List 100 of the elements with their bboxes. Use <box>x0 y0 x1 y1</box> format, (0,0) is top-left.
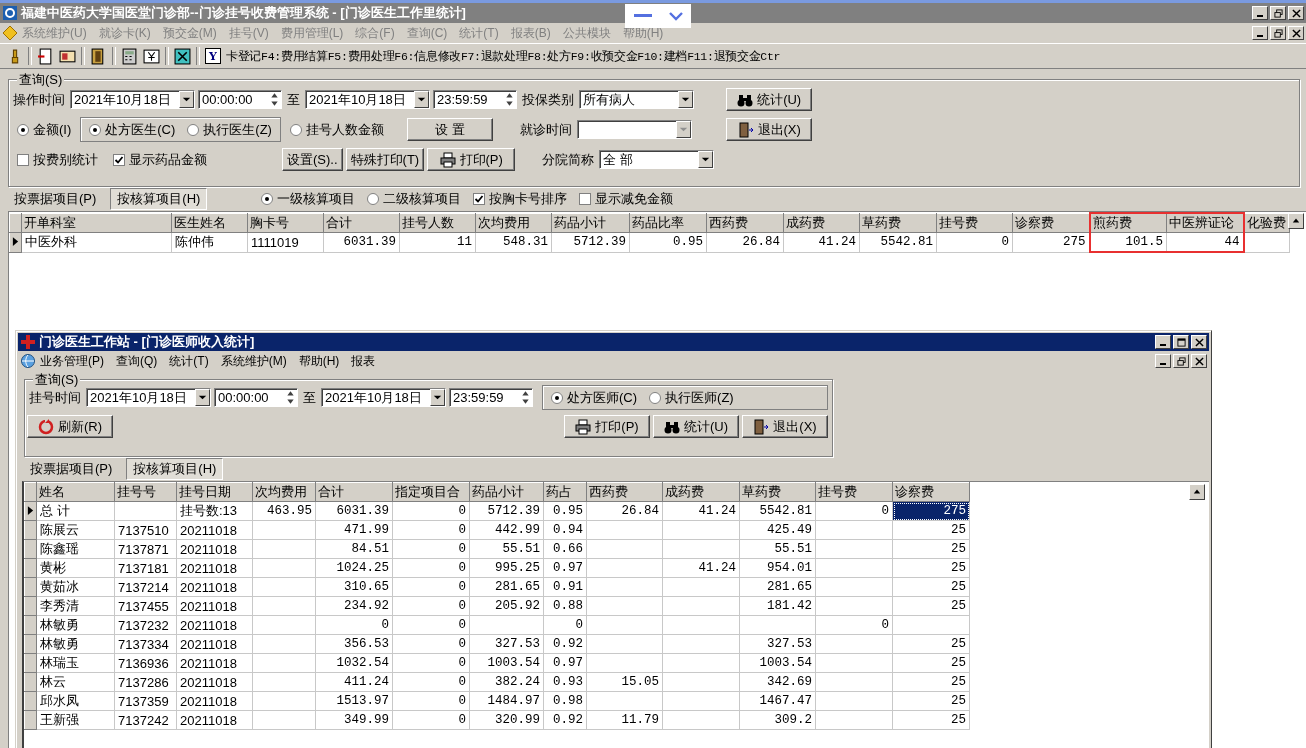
radio-option[interactable]: 处方医生(C) <box>89 120 176 139</box>
table-cell: 25 <box>892 558 970 578</box>
date-dropdown[interactable]: 2021年10月18日 <box>86 388 211 407</box>
menu-item[interactable]: 系统维护(M) <box>220 352 287 370</box>
visit-time-dropdown[interactable] <box>576 120 692 139</box>
date-dropdown[interactable]: 2021年10月18日 <box>70 90 195 109</box>
column-header[interactable]: 胸卡号 <box>247 213 324 233</box>
money-icon[interactable] <box>143 47 160 65</box>
table-cell: 林敏勇 <box>36 634 115 654</box>
table-cell: 20211018 <box>176 710 253 730</box>
radio-option[interactable]: 处方医师(C) <box>551 388 638 407</box>
tab[interactable]: 按核算项目(H) <box>110 188 208 210</box>
settings-button[interactable]: 设置(S).. <box>282 148 343 171</box>
column-header[interactable]: 化验费 <box>1243 213 1290 233</box>
exit-button[interactable]: 退出(X) <box>726 118 813 141</box>
column-header[interactable]: 次均费用 <box>252 482 316 502</box>
table-cell: 0.98 <box>543 691 587 711</box>
column-header[interactable]: 西药费 <box>586 482 663 502</box>
refresh-button[interactable]: 刷新(R) <box>27 415 113 438</box>
minimize-button[interactable] <box>1252 26 1268 40</box>
column-header[interactable]: 挂号日期 <box>176 482 253 502</box>
table-cell: 0.97 <box>543 653 587 673</box>
column-header[interactable]: 指定项目合 <box>392 482 470 502</box>
restore-button[interactable] <box>1270 26 1286 40</box>
column-header[interactable]: 草药费 <box>739 482 816 502</box>
radio-option[interactable]: 金额(I) <box>17 120 72 139</box>
scroll-up-button[interactable] <box>1288 213 1304 229</box>
checkbox-option[interactable]: 按胸卡号排序 <box>473 190 568 208</box>
column-header[interactable]: 煎药费 <box>1089 213 1167 233</box>
column-header[interactable]: 草药费 <box>859 213 937 233</box>
radio-option[interactable]: 一级核算项目 <box>261 190 356 208</box>
column-header[interactable]: 中医辨证论 <box>1166 213 1244 233</box>
menu-item[interactable]: 业务管理(P) <box>40 352 104 370</box>
column-header[interactable]: 挂号人数 <box>399 213 476 233</box>
close-button[interactable] <box>1288 26 1304 40</box>
column-header[interactable]: 药品小计 <box>469 482 544 502</box>
date-dropdown[interactable]: 2021年10月18日 <box>305 90 430 109</box>
minimize-button[interactable] <box>1155 335 1171 349</box>
time-field[interactable]: 00:00:00 <box>198 90 282 109</box>
checkbox-option[interactable]: 按费别统计 <box>17 150 98 169</box>
maximize-button[interactable] <box>1173 335 1189 349</box>
column-header[interactable]: 合计 <box>323 213 400 233</box>
close-box-icon[interactable] <box>174 47 191 65</box>
exit-button[interactable]: 退出(X) <box>742 415 828 438</box>
column-header[interactable]: 挂号费 <box>815 482 893 502</box>
column-header[interactable]: 挂号费 <box>936 213 1013 233</box>
radio-option[interactable]: 挂号人数金额 <box>289 120 384 139</box>
statistics-button[interactable]: 统计(U) <box>653 415 739 438</box>
print-button[interactable]: 打印(P) <box>564 415 650 438</box>
insurance-dropdown[interactable]: 所有病人 <box>579 90 694 109</box>
checkbox-option[interactable]: 显示药品金额 <box>113 150 207 169</box>
time-field[interactable]: 23:59:59 <box>433 90 517 109</box>
setup-button[interactable]: 设 置 <box>406 118 493 141</box>
restore-button[interactable] <box>1173 354 1189 368</box>
time-field[interactable]: 00:00:00 <box>214 388 298 407</box>
menu-item[interactable]: 统计(T) <box>169 352 209 370</box>
column-header[interactable]: 成药费 <box>783 213 860 233</box>
special-print-button[interactable]: 特殊打印(T) <box>345 148 425 171</box>
restore-button[interactable] <box>1270 6 1286 20</box>
minimize-button[interactable] <box>1252 6 1268 20</box>
column-header[interactable]: 药占 <box>543 482 587 502</box>
close-button[interactable] <box>1288 6 1304 20</box>
column-header[interactable]: 合计 <box>315 482 393 502</box>
column-header[interactable]: 药品比率 <box>629 213 707 233</box>
column-header[interactable]: 姓名 <box>36 482 115 502</box>
column-header[interactable]: 西药费 <box>706 213 784 233</box>
minimize-button[interactable] <box>1155 354 1171 368</box>
chevron-down-icon[interactable] <box>668 11 683 21</box>
statistics-button[interactable]: 统计(U) <box>726 88 813 111</box>
up-arrow-icon <box>1193 488 1201 496</box>
tab[interactable]: 按核算项目(H) <box>126 458 224 480</box>
radio-option[interactable]: 二级核算项目 <box>367 190 462 208</box>
column-header[interactable]: 次均费用 <box>475 213 552 233</box>
date-dropdown[interactable]: 2021年10月18日 <box>321 388 446 407</box>
menu-item[interactable]: 帮助(H) <box>298 352 340 370</box>
column-header[interactable]: 药品小计 <box>551 213 630 233</box>
document-icon[interactable] <box>37 47 54 65</box>
close-button[interactable] <box>1191 335 1207 349</box>
close-button[interactable] <box>1191 354 1207 368</box>
radio-option[interactable]: 执行医师(Z) <box>649 388 734 407</box>
table-cell: 320.99 <box>469 710 544 730</box>
radio-option[interactable]: 执行医生(Z) <box>187 120 272 139</box>
column-header[interactable]: 开单科室 <box>21 213 172 233</box>
column-header[interactable]: 挂号号 <box>114 482 177 502</box>
table-cell: 20211018 <box>176 577 253 597</box>
menu-item[interactable]: 查询(Q) <box>116 352 158 370</box>
column-header[interactable]: 诊察费 <box>892 482 970 502</box>
minimize-icon[interactable] <box>633 14 652 18</box>
scroll-up-button[interactable] <box>1189 484 1205 500</box>
column-header[interactable]: 诊察费 <box>1012 213 1090 233</box>
branch-dropdown[interactable]: 全 部 <box>599 150 715 169</box>
menu-item[interactable]: 报表 <box>351 352 376 370</box>
column-header[interactable]: 医生姓名 <box>171 213 248 233</box>
column-header[interactable]: 成药费 <box>662 482 740 502</box>
row-indicator[interactable] <box>9 232 22 252</box>
y-key-button[interactable]: Y <box>205 48 221 64</box>
checkbox-option[interactable]: 显示减免金额 <box>579 190 674 208</box>
print-button[interactable]: 打印(P) <box>427 148 516 171</box>
time-field[interactable]: 23:59:59 <box>449 388 533 407</box>
calculator-icon[interactable] <box>121 47 138 65</box>
